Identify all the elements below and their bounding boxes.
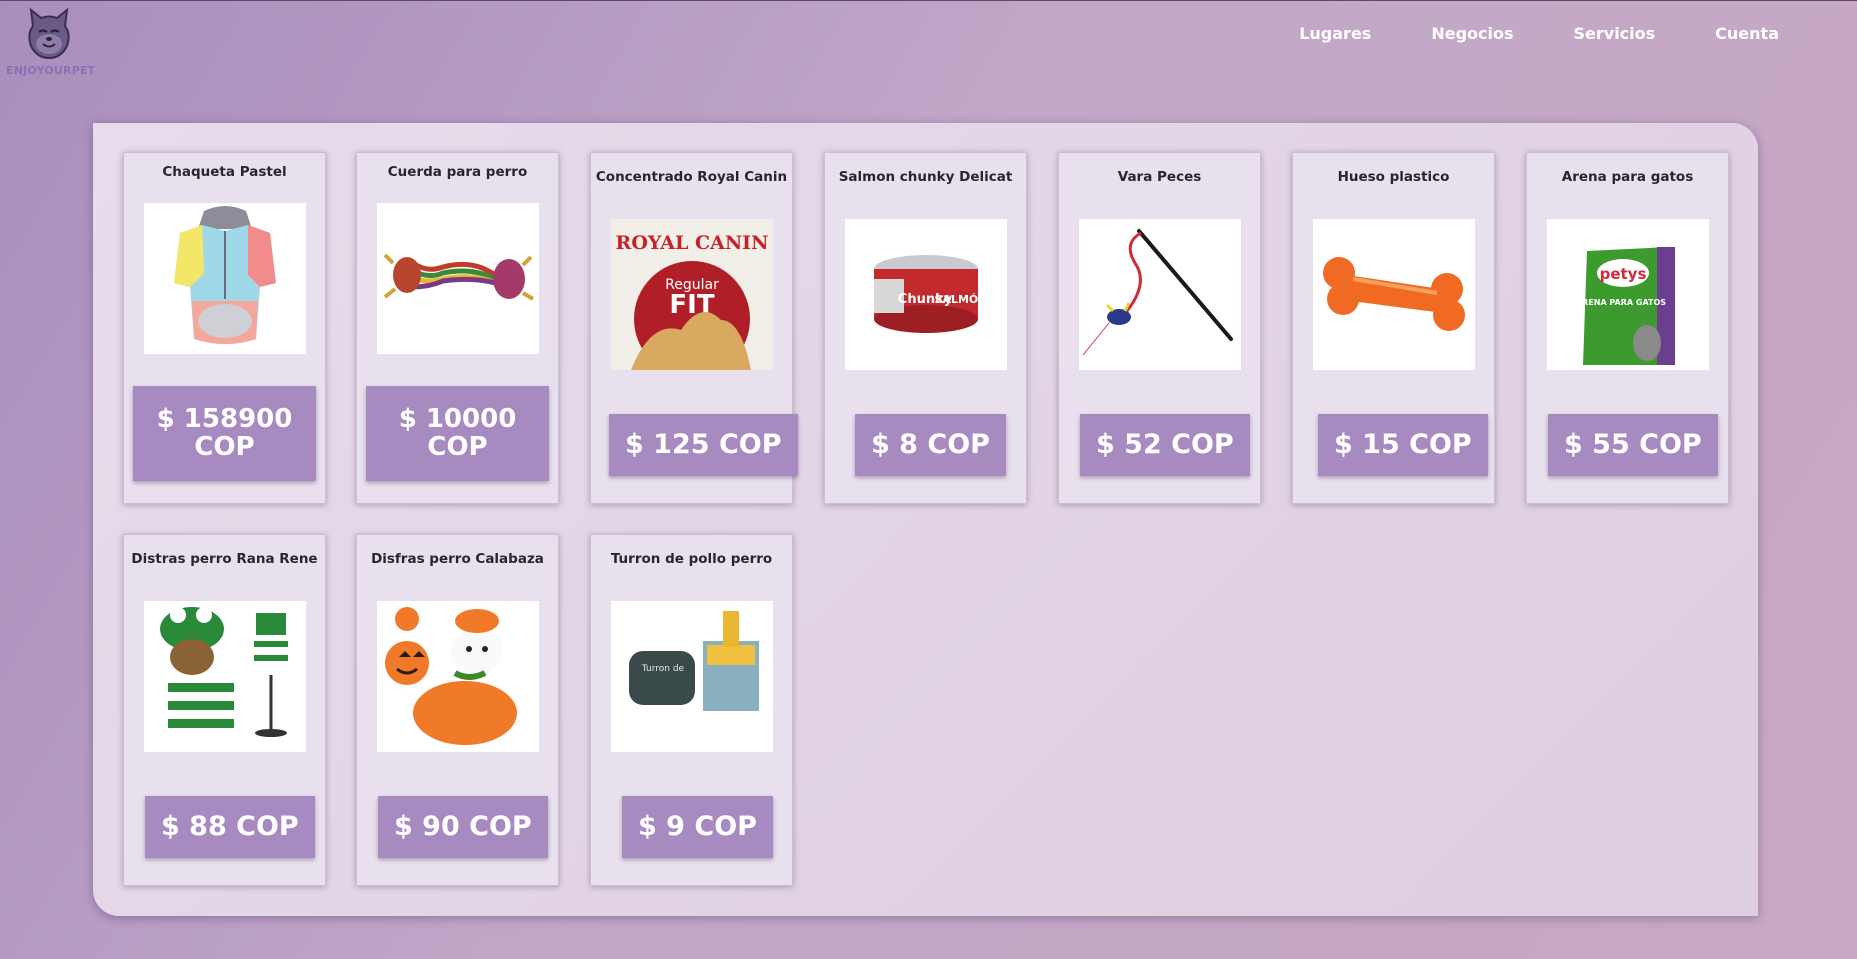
price-button[interactable]: $ 9 COP xyxy=(622,796,773,858)
product-title: Cuerda para perro xyxy=(387,164,528,180)
logo[interactable]: ENJOYOURPET xyxy=(6,4,96,77)
price-button[interactable]: $ 52 COP xyxy=(1080,414,1250,476)
product-title: Arena para gatos xyxy=(1561,169,1694,185)
price-button[interactable]: $ 158900 COP xyxy=(133,386,316,481)
product-title: Disfras perro Calabaza xyxy=(371,551,544,567)
main-nav: Lugares Negocios Servicios Cuenta xyxy=(1299,24,1779,43)
product-card[interactable]: Distras perro Rana Rene $ 88 COP xyxy=(123,534,326,886)
product-image-chicken-treat[interactable]: Turron de xyxy=(611,601,773,752)
product-card[interactable]: Chaqueta Pastel $ 158900 COP xyxy=(123,152,326,504)
cat-logo-icon xyxy=(28,7,70,60)
price-button[interactable]: $ 90 COP xyxy=(378,796,548,858)
nav-lugares[interactable]: Lugares xyxy=(1299,24,1371,43)
product-card[interactable]: Vara Peces $ 52 COP xyxy=(1058,152,1261,504)
product-card[interactable]: Salmon chunky Delicat Chunky SALMÓN $ 8 … xyxy=(824,152,1027,504)
nav-servicios[interactable]: Servicios xyxy=(1574,24,1656,43)
price-button[interactable]: $ 8 COP xyxy=(855,414,1006,476)
litter-label-text: ARENA PARA GATOS xyxy=(1576,298,1666,307)
product-title: Hueso plastico xyxy=(1337,169,1450,185)
brand-name: ENJOYOURPET xyxy=(6,64,96,77)
treat-label-text: Turron de xyxy=(641,664,685,674)
product-card[interactable]: Concentrado Royal Canin ROYAL CANIN Regu… xyxy=(590,152,798,504)
product-card[interactable]: Turron de pollo perro Turron de $ 9 COP xyxy=(590,534,793,886)
product-card[interactable]: Disfras perro Calabaza $ 90 COP xyxy=(356,534,559,886)
product-title: Chaqueta Pastel xyxy=(162,164,287,180)
product-title: Salmon chunky Delicat xyxy=(838,169,1013,185)
litter-brand-text: petys xyxy=(1600,265,1647,283)
product-image-plastic-bone[interactable] xyxy=(1313,219,1475,370)
product-image-royal-canin[interactable]: ROYAL CANIN Regular FIT xyxy=(611,219,773,370)
product-title: Vara Peces xyxy=(1117,169,1202,185)
product-image-pumpkin-costume[interactable] xyxy=(377,601,539,752)
product-panel: Chaqueta Pastel $ 158900 COP Cuerda para… xyxy=(93,123,1758,916)
product-card[interactable]: Cuerda para perro $ 10000 COP xyxy=(356,152,559,504)
product-image-fish-wand[interactable] xyxy=(1079,219,1241,370)
product-card[interactable]: Arena para gatos petys ARENA PARA GATOS … xyxy=(1526,152,1729,504)
product-image-cat-litter[interactable]: petys ARENA PARA GATOS xyxy=(1547,219,1709,370)
salmon-label-text: SALMÓN xyxy=(935,293,988,306)
royal-canin-text: ROYAL CANIN xyxy=(616,232,769,254)
price-button[interactable]: $ 55 COP xyxy=(1548,414,1718,476)
product-card[interactable]: Hueso plastico $ 15 COP xyxy=(1292,152,1495,504)
product-image-salmon-can[interactable]: Chunky SALMÓN xyxy=(845,219,1007,370)
product-title: Concentrado Royal Canin xyxy=(595,169,788,185)
price-button[interactable]: $ 15 COP xyxy=(1318,414,1488,476)
product-title: Distras perro Rana Rene xyxy=(131,551,318,567)
nav-cuenta[interactable]: Cuenta xyxy=(1715,24,1779,43)
product-image-pastel-jacket[interactable] xyxy=(144,203,306,354)
product-title: Turron de pollo perro xyxy=(610,551,773,567)
price-button[interactable]: $ 10000 COP xyxy=(366,386,549,481)
price-button[interactable]: $ 125 COP xyxy=(609,414,798,476)
price-button[interactable]: $ 88 COP xyxy=(145,796,315,858)
nav-negocios[interactable]: Negocios xyxy=(1431,24,1513,43)
product-image-frog-costume[interactable] xyxy=(144,601,306,752)
product-image-rope-toy[interactable] xyxy=(377,203,539,354)
